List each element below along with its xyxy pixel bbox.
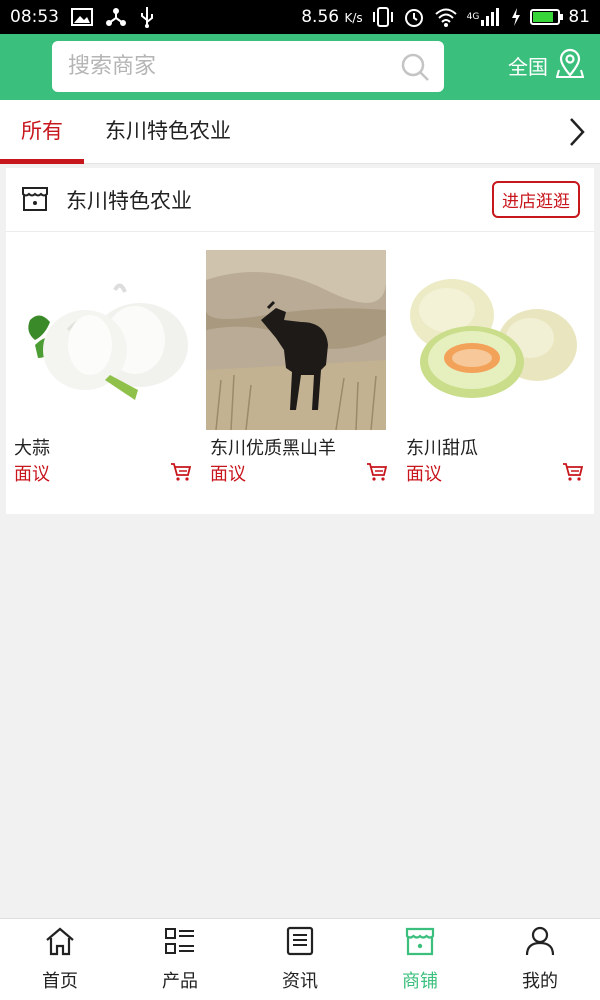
vibrate-icon — [372, 7, 394, 27]
search-input[interactable] — [68, 54, 388, 79]
region-selector[interactable]: 全国 — [508, 48, 585, 83]
product-price: 面议 — [14, 464, 50, 485]
store-icon — [404, 926, 436, 961]
bottom-nav: 首页 产品 资讯 商铺 我的 — [0, 918, 600, 1000]
nav-label: 商铺 — [402, 971, 438, 992]
list-icon — [164, 926, 196, 961]
product-price: 面议 — [406, 464, 442, 485]
nav-item-stores[interactable]: 商铺 — [360, 919, 480, 1000]
black-goat-image[interactable] — [206, 250, 386, 430]
usb-icon — [139, 6, 155, 28]
home-icon — [44, 926, 76, 961]
shop-card: 东川特色农业 进店逛逛 大蒜 面议 东川优质黑山羊 面议 东川甜瓜 面议 — [6, 168, 594, 514]
location-pin-icon — [555, 48, 585, 83]
product-item[interactable]: 东川优质黑山羊 面议 — [202, 250, 398, 500]
header: 全国 — [0, 34, 600, 100]
nav-item-mine[interactable]: 我的 — [480, 919, 600, 1000]
tab-dongchuan-agriculture[interactable]: 东川特色农业 — [105, 100, 231, 164]
product-name: 东川优质黑山羊 — [210, 438, 336, 459]
battery-level: 81 — [568, 7, 590, 27]
gallery-notification-icon — [71, 8, 93, 26]
search-box[interactable] — [52, 41, 444, 92]
nav-label: 产品 — [162, 971, 198, 992]
nav-label: 我的 — [522, 971, 558, 992]
melon-image[interactable] — [402, 250, 582, 430]
shop-name: 东川特色农业 — [66, 188, 192, 213]
nav-item-products[interactable]: 产品 — [120, 919, 240, 1000]
product-name: 大蒜 — [14, 438, 50, 459]
cart-icon[interactable] — [366, 462, 388, 486]
person-icon — [524, 926, 556, 961]
cart-icon[interactable] — [562, 462, 584, 486]
product-item[interactable]: 东川甜瓜 面议 — [398, 250, 594, 500]
product-name: 东川甜瓜 — [406, 438, 478, 459]
cart-icon[interactable] — [170, 462, 192, 486]
wifi-icon — [434, 7, 458, 27]
product-list: 大蒜 面议 东川优质黑山羊 面议 东川甜瓜 面议 — [6, 250, 594, 500]
garlic-image[interactable] — [10, 250, 190, 430]
alarm-icon — [403, 6, 425, 28]
shop-header: 东川特色农业 进店逛逛 — [6, 168, 594, 232]
cell-signal-icon: 4G — [467, 8, 503, 26]
network-speed: 8.56 K/s — [301, 7, 363, 27]
store-icon — [20, 183, 50, 217]
nav-label: 首页 — [42, 971, 78, 992]
nav-label: 资讯 — [282, 971, 318, 992]
tab-all[interactable]: 所有 — [0, 100, 84, 164]
news-icon — [284, 926, 316, 961]
battery-indicator: 81 — [530, 7, 590, 27]
chevron-right-icon[interactable] — [568, 117, 586, 151]
charging-icon — [511, 8, 521, 26]
share-icon — [105, 7, 127, 27]
search-icon[interactable] — [400, 52, 430, 86]
status-bar: 08:53 8.56 K/s 4G 81 — [0, 0, 600, 34]
nav-item-home[interactable]: 首页 — [0, 919, 120, 1000]
status-time: 08:53 — [10, 7, 59, 27]
category-tabs: 所有 东川特色农业 — [0, 100, 600, 164]
product-price: 面议 — [210, 464, 246, 485]
region-label: 全国 — [508, 55, 548, 79]
nav-item-news[interactable]: 资讯 — [240, 919, 360, 1000]
product-item[interactable]: 大蒜 面议 — [6, 250, 202, 500]
enter-shop-button[interactable]: 进店逛逛 — [492, 181, 580, 218]
